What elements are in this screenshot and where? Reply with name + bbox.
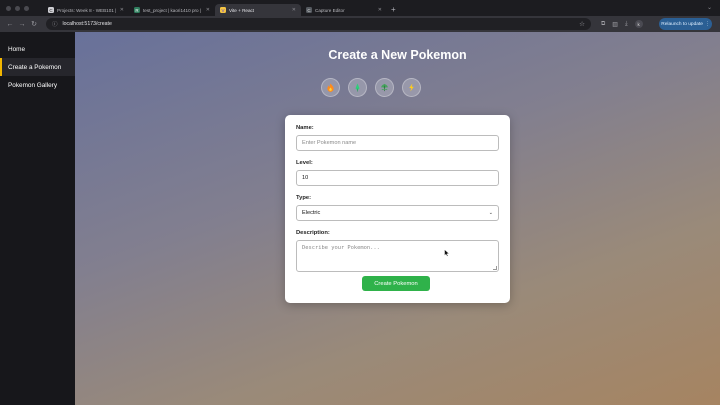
bookmark-star-icon[interactable]: ☆ <box>579 20 585 28</box>
more-options-icon: ⋮ <box>704 21 710 27</box>
window-controls <box>6 5 29 11</box>
close-tab-icon[interactable]: ✕ <box>292 7 296 13</box>
mouse-cursor-icon <box>444 249 450 257</box>
level-input[interactable]: 10 <box>296 170 499 186</box>
back-arrow-icon[interactable]: ← <box>4 21 16 28</box>
browser-tab-bar: C Projects: Week 8 - WEB101 | ✕ R test_p… <box>0 0 720 16</box>
site-info-icon[interactable]: ⓘ <box>52 20 58 28</box>
browser-tab-projects[interactable]: C Projects: Week 8 - WEB101 | ✕ <box>43 4 129 16</box>
electric-icon[interactable] <box>402 78 421 97</box>
create-pokemon-button[interactable]: Create Pokemon <box>362 276 430 291</box>
browser-tab-test-project[interactable]: R test_project | kaori1410 pro | ✕ <box>129 4 215 16</box>
tab-title: Vite + React <box>229 7 255 13</box>
tab-favicon: V <box>220 7 226 13</box>
tab-favicon: R <box>134 7 140 13</box>
type-icon-row <box>321 78 421 97</box>
chevron-down-icon: ⌄ <box>488 210 493 216</box>
type-label: Type: <box>296 195 312 201</box>
tab-favicon: C <box>48 7 54 13</box>
close-tab-icon[interactable]: ✕ <box>206 7 210 13</box>
close-tab-icon[interactable]: ✕ <box>120 7 124 13</box>
reload-icon[interactable]: ↻ <box>28 20 40 28</box>
sidebar-item-home[interactable]: Home <box>0 40 75 58</box>
close-window-button[interactable] <box>6 5 11 11</box>
relaunch-label: Relaunch to update <box>661 21 703 27</box>
minimize-window-button[interactable] <box>15 5 20 11</box>
name-label: Name: <box>296 125 314 131</box>
sidebar-item-pokemon-gallery[interactable]: Pokemon Gallery <box>0 76 75 94</box>
tab-title: Capture Editor <box>315 7 345 13</box>
description-textarea[interactable]: Describe your Pokemon... <box>296 240 499 272</box>
browser-tab-capture-editor[interactable]: C Capture Editor ✕ <box>301 4 387 16</box>
tab-title: test_project | kaori1410 pro | <box>143 7 202 13</box>
fire-icon[interactable] <box>321 78 340 97</box>
sidebar-item-create-pokemon[interactable]: Create a Pokemon <box>0 58 75 76</box>
page-title: Create a New Pokemon <box>328 48 467 62</box>
maximize-window-button[interactable] <box>24 5 29 11</box>
browser-toolbar: ← → ↻ ⓘ localhost:5173/create ☆ ⧉ ▥ ⤓ k <box>0 16 720 32</box>
address-bar[interactable]: ⓘ localhost:5173/create ☆ <box>46 18 591 30</box>
create-pokemon-form: Name: Enter Pokemon name Level: 10 Type:… <box>285 115 510 303</box>
description-placeholder: Describe your Pokemon... <box>302 245 380 251</box>
level-label: Level: <box>296 160 313 166</box>
tab-favicon: C <box>306 7 312 13</box>
forward-arrow-icon[interactable]: → <box>16 21 28 28</box>
sidebar-item-label: Pokemon Gallery <box>8 81 58 89</box>
sidebar-item-label: Create a Pokemon <box>8 63 62 71</box>
main-content: Create a New Pokemon Name: Enter Pokemon… <box>75 32 720 405</box>
tab-title: Projects: Week 8 - WEB101 | <box>57 7 117 13</box>
type-select[interactable]: Electric ⌄ <box>296 205 499 221</box>
new-tab-icon[interactable]: + <box>391 5 396 14</box>
resize-handle[interactable] <box>493 266 497 270</box>
sidebar: Home Create a Pokemon Pokemon Gallery <box>0 32 75 405</box>
relaunch-update-button[interactable]: Relaunch to update ⋮ <box>659 18 712 30</box>
extensions-icon[interactable]: ⧉ <box>601 21 605 28</box>
browser-tab-vite-react[interactable]: V Vite + React ✕ <box>215 4 301 16</box>
close-tab-icon[interactable]: ✕ <box>378 7 382 13</box>
address-bar-url[interactable]: localhost:5173/create <box>63 21 575 27</box>
description-label: Description: <box>296 230 330 236</box>
side-panel-icon[interactable]: ▥ <box>612 21 618 28</box>
name-input[interactable]: Enter Pokemon name <box>296 135 499 151</box>
download-icon[interactable]: ⤓ <box>625 21 628 28</box>
type-select-value: Electric <box>302 210 321 216</box>
tab-search-chevron-icon[interactable]: ⌄ <box>707 4 712 11</box>
water-icon[interactable] <box>348 78 367 97</box>
grass-icon[interactable] <box>375 78 394 97</box>
sidebar-item-label: Home <box>8 45 26 53</box>
profile-avatar[interactable]: k <box>634 20 643 28</box>
